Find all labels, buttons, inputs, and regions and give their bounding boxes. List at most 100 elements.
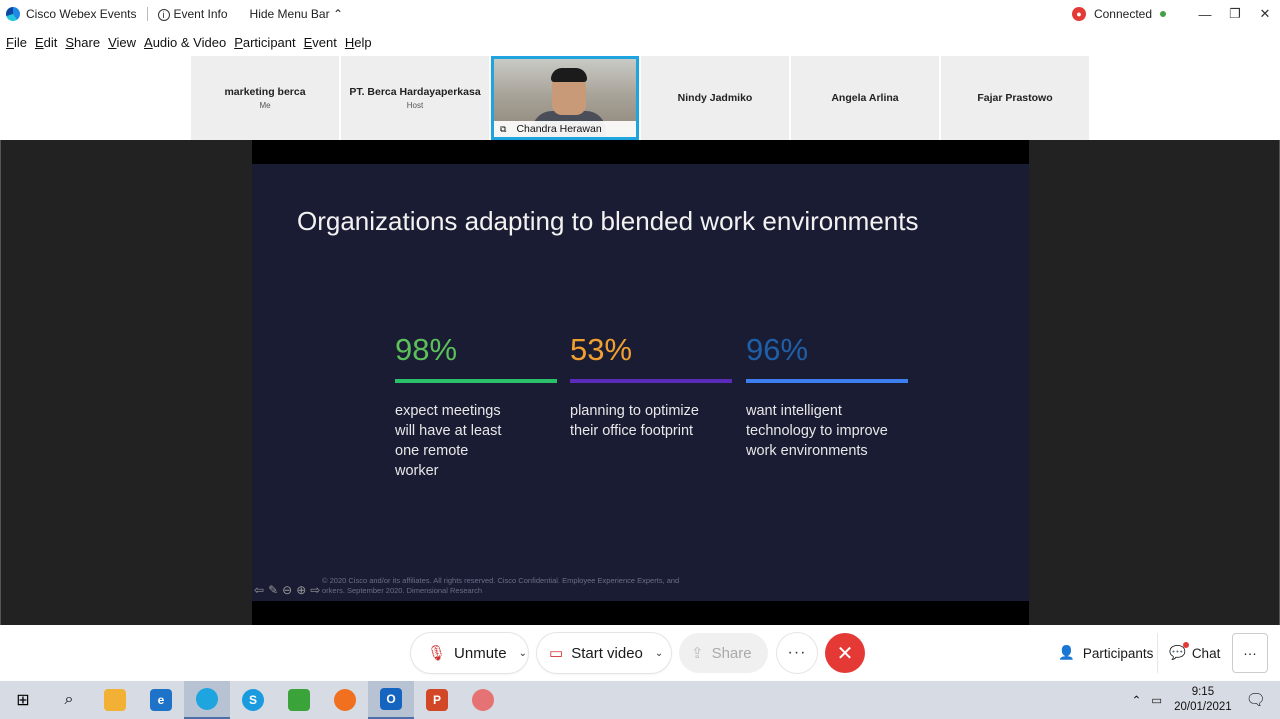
menu-view[interactable]: View [108, 35, 136, 50]
taskbar-file-explorer[interactable] [92, 681, 138, 719]
taskbar-firefox[interactable] [322, 681, 368, 719]
chevron-down-icon[interactable]: ⌄ [519, 648, 527, 659]
active-speaker-tile[interactable]: ⧉ Chandra Herawan [491, 56, 639, 140]
menu-file[interactable]: File [6, 35, 27, 50]
leave-meeting-button[interactable]: ✕ [825, 633, 865, 673]
info-icon: i [157, 9, 170, 21]
stat-block: 53% planning to optimize their office fo… [570, 332, 732, 441]
participant-name: PT. Berca Hardayaperkasa [349, 86, 481, 98]
folder-icon [104, 689, 126, 711]
webex-icon [196, 688, 218, 710]
webex-logo-icon [6, 7, 20, 21]
restore-button[interactable]: ❐ [1220, 0, 1250, 28]
slide-title: Organizations adapting to blended work e… [297, 206, 919, 236]
stat-bar [570, 379, 732, 383]
participant-name: Chandra Herawan [516, 123, 602, 135]
participant-tile[interactable]: marketing berca Me [191, 56, 339, 140]
notifications-icon[interactable]: 🗨 [1246, 690, 1266, 710]
participant-tile[interactable]: Nindy Jadmiko [641, 56, 789, 140]
participant-name: Fajar Prastowo [977, 92, 1053, 104]
connection-ok-icon [1160, 11, 1166, 17]
menu-edit[interactable]: Edit [35, 35, 57, 50]
windows-icon: ⊞ [16, 692, 30, 709]
battery-icon[interactable]: ▭ [1151, 693, 1162, 707]
microphone-muted-icon: 🎙 [427, 645, 447, 662]
connection-status: Connected [1093, 7, 1152, 21]
taskbar-powerpoint[interactable]: P [414, 681, 460, 719]
annotation-toolbar: ⇦ ✎ ⊖ ⊕ ⇨ [254, 583, 320, 597]
shared-slide: Organizations adapting to blended work e… [252, 140, 1029, 625]
participant-tile[interactable]: PT. Berca Hardayaperkasa Host [341, 56, 489, 140]
hide-menu-bar-button[interactable]: Hide Menu Bar ⌃ [250, 7, 343, 21]
participants-panel-button[interactable]: 👤 Participants [1048, 633, 1158, 673]
zoom-in-icon[interactable]: ⊕ [296, 583, 306, 597]
slide-body: Organizations adapting to blended work e… [252, 164, 1029, 601]
person-icon: 👤 [1058, 645, 1075, 660]
stat-text: expect meetings will have at least one r… [395, 403, 502, 479]
system-tray: ⌃ ▭ 9:15 20/01/2021 🗨 [1132, 681, 1280, 719]
skype-icon: S [242, 689, 264, 711]
taskbar-edge[interactable]: e [138, 681, 184, 719]
taskbar-outlook[interactable]: O [368, 681, 414, 719]
stat-text: want intelligent technology to improve w… [746, 403, 888, 459]
stat-bar [395, 379, 557, 383]
video-name-bar: ⧉ Chandra Herawan [494, 121, 636, 137]
start-button[interactable]: ⊞ [0, 681, 46, 719]
start-video-button[interactable]: ▭ Start video ⌄ [537, 633, 671, 673]
participant-name: Nindy Jadmiko [677, 92, 753, 104]
unmute-button[interactable]: 🎙 Unmute ⌄ [411, 633, 528, 673]
zoom-out-icon[interactable]: ⊖ [282, 583, 292, 597]
participant-tile[interactable]: Angela Arlina [791, 56, 939, 140]
menu-share[interactable]: Share [65, 35, 100, 50]
windows-taskbar: ⊞ ⌕ e S O P ⌃ ▭ 9:15 20/01/2021 🗨 [0, 681, 1280, 719]
chevron-up-icon[interactable]: ⌃ [1132, 693, 1142, 707]
pen-icon[interactable]: ✎ [268, 583, 278, 597]
search-button[interactable]: ⌕ [46, 681, 92, 719]
participant-strip: marketing berca Me PT. Berca Hardayaperk… [0, 56, 1280, 140]
menu-event[interactable]: Event [304, 35, 337, 50]
taskbar-app[interactable] [276, 681, 322, 719]
share-icon: ⇪ [691, 645, 704, 662]
snipping-tool-icon [472, 689, 494, 711]
previous-slide-icon[interactable]: ⇦ [254, 583, 264, 597]
more-options-button[interactable]: ··· [777, 633, 817, 673]
next-slide-icon[interactable]: ⇨ [310, 583, 320, 597]
slide-footnote: © 2020 Cisco and/or its affiliates. All … [322, 576, 680, 595]
participant-name: marketing berca [224, 86, 306, 98]
menu-help[interactable]: Help [345, 35, 372, 50]
taskbar-skype[interactable]: S [230, 681, 276, 719]
more-panels-button[interactable]: ··· [1232, 633, 1268, 673]
close-window-button[interactable]: ✕ [1250, 0, 1280, 28]
firefox-icon [334, 689, 356, 711]
video-off-icon: ▭ [549, 645, 564, 662]
chat-panel-button[interactable]: 💬 Chat [1163, 633, 1229, 673]
event-info-button[interactable]: i Event Info [157, 7, 228, 21]
app-icon [288, 689, 310, 711]
stat-bar [746, 379, 908, 383]
participant-name: Angela Arlina [831, 92, 899, 104]
screen-share-icon: ⧉ [500, 123, 507, 134]
chat-bubble-icon: 💬 [1169, 642, 1189, 661]
search-icon: ⌕ [64, 691, 74, 708]
stat-text: planning to optimize their office footpr… [570, 403, 699, 439]
stat-block: 96% want intelligent technology to impro… [746, 332, 908, 461]
taskbar-snipping[interactable] [460, 681, 506, 719]
clock[interactable]: 9:15 20/01/2021 [1174, 685, 1232, 715]
title-bar: Cisco Webex Events i Event Info Hide Menu… [0, 0, 1280, 28]
share-button[interactable]: ⇪ Share [679, 633, 768, 673]
outlook-icon: O [380, 688, 402, 710]
stat-value: 96% [746, 332, 809, 367]
minimize-button[interactable]: — [1190, 0, 1220, 28]
chevron-up-icon: ⌃ [332, 7, 343, 21]
powerpoint-icon: P [426, 689, 448, 711]
app-title: Cisco Webex Events i Event Info Hide Menu… [0, 7, 343, 21]
menu-bar: File Edit Share View Audio & Video Parti… [0, 28, 1280, 56]
participant-role: Me [259, 101, 271, 110]
taskbar-webex[interactable] [184, 681, 230, 719]
menu-audio-video[interactable]: Audio & Video [144, 35, 226, 50]
participant-tile[interactable]: Fajar Prastowo [941, 56, 1089, 140]
stat-value: 98% [395, 332, 458, 367]
participant-role: Host [406, 101, 424, 110]
chevron-down-icon[interactable]: ⌄ [655, 648, 663, 659]
menu-participant[interactable]: Participant [234, 35, 295, 50]
